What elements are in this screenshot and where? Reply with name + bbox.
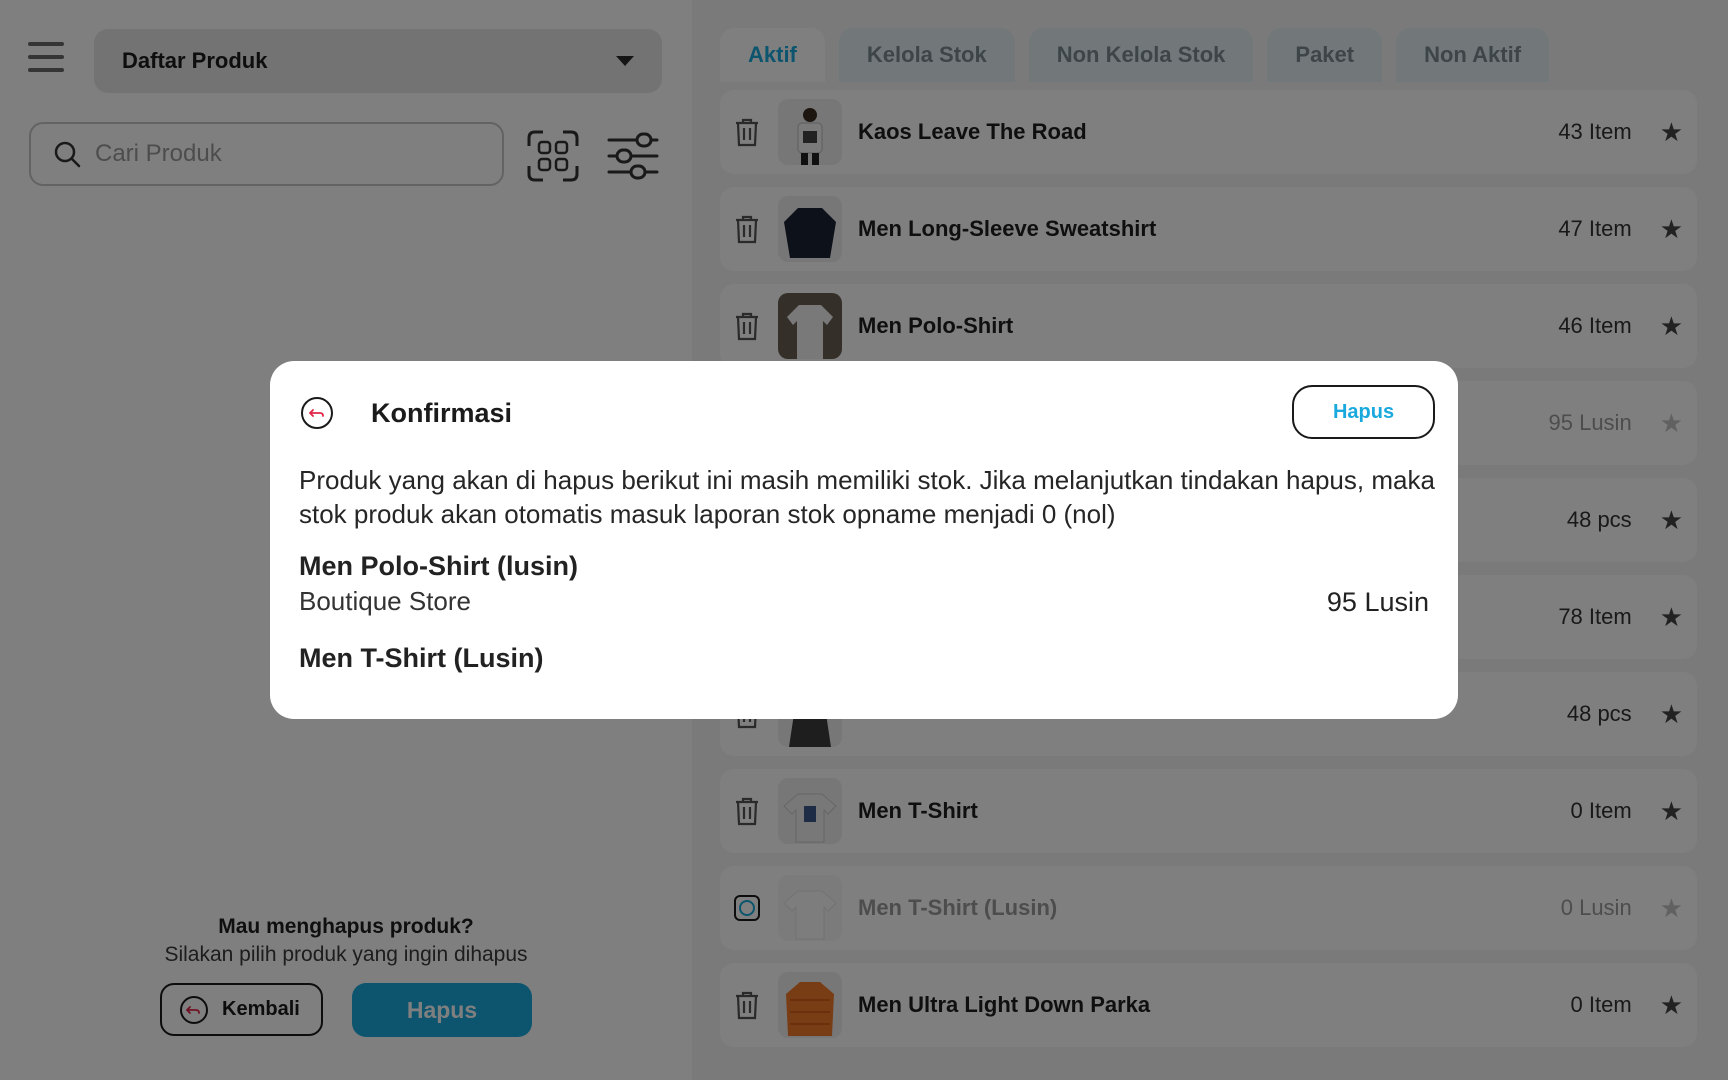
undo-icon[interactable]: [299, 395, 335, 431]
modal-delete-button[interactable]: Hapus: [1292, 385, 1435, 439]
modal-message: Produk yang akan di hapus berikut ini ma…: [299, 465, 1435, 529]
modal-item-name: Men Polo-Shirt (lusin): [299, 551, 578, 581]
modal-item-store: Boutique Store: [299, 586, 472, 616]
modal-item-name: Men T-Shirt (Lusin): [299, 643, 544, 673]
modal-title: Konfirmasi: [371, 397, 513, 428]
modal-item-qty: 95 Lusin: [1326, 587, 1429, 617]
modal-header: Konfirmasi: [299, 395, 512, 431]
confirmation-modal: Konfirmasi Hapus Produk yang akan di hap…: [270, 361, 1458, 719]
modal-item: Men T-Shirt (Lusin): [299, 643, 1429, 674]
modal-item: Men Polo-Shirt (lusin) Boutique Store 95…: [299, 551, 1429, 617]
